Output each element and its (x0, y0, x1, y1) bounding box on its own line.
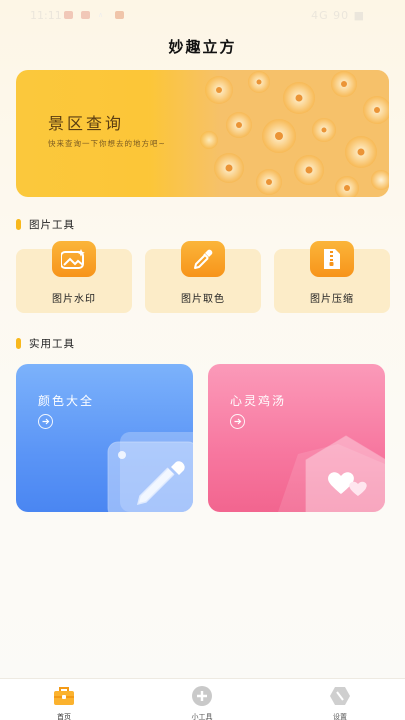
notification-icon: ∧ (98, 11, 104, 19)
arrow-right-icon (230, 414, 245, 429)
arrow-right-icon (38, 414, 53, 429)
tool-image-compress[interactable]: 图片压缩 (274, 241, 390, 313)
tab-settings[interactable]: 设置 (300, 683, 380, 720)
tool-image-color-picker[interactable]: 图片取色 (145, 241, 261, 313)
tab-home[interactable]: 首页 (24, 683, 104, 720)
eyedropper-icon (181, 241, 225, 277)
notification-icon (115, 11, 124, 19)
card-soul-soup[interactable]: 心灵鸡汤 (208, 364, 385, 512)
tool-label: 图片取色 (181, 294, 225, 305)
notification-icon (81, 11, 90, 19)
section-image-tools: 图片工具 (16, 217, 75, 232)
hearts-illustration (278, 435, 385, 512)
color-picker-illustration (107, 432, 193, 512)
tab-label: 设置 (333, 713, 347, 720)
card-title: 颜色大全 (38, 394, 95, 408)
section-marker (16, 219, 21, 230)
notification-icon (64, 11, 73, 19)
tab-label: 首页 (57, 713, 71, 720)
page-title: 妙趣立方 (168, 38, 237, 56)
bottom-tab-bar: 首页 小工具 设置 (0, 678, 405, 720)
tool-label: 图片压缩 (310, 294, 354, 305)
card-title: 心灵鸡汤 (230, 394, 287, 408)
section-title: 实用工具 (29, 338, 75, 350)
zip-compress-icon (310, 241, 354, 277)
image-watermark-icon (52, 241, 96, 277)
tab-tools[interactable]: 小工具 (162, 683, 242, 720)
plus-circle-icon (192, 686, 212, 706)
tool-image-watermark[interactable]: 图片水印 (16, 241, 132, 313)
settings-hexagon-icon (330, 687, 350, 705)
tab-label: 小工具 (191, 713, 213, 720)
card-color-collection[interactable]: 颜色大全 (16, 364, 193, 512)
status-time: 11:11 (30, 9, 62, 22)
scenic-search-banner[interactable]: 景区查询 快来查询一下你想去的地方吧~ (16, 70, 389, 197)
toolbox-icon (54, 687, 74, 705)
section-utility-tools: 实用工具 (16, 336, 75, 351)
status-bar: 11:11 ∧ 4G 90 ■ (0, 0, 405, 30)
banner-subtitle: 快来查询一下你想去的地方吧~ (48, 139, 166, 148)
tool-label: 图片水印 (52, 294, 96, 305)
section-marker (16, 338, 21, 349)
section-title: 图片工具 (29, 219, 75, 231)
banner-title: 景区查询 (48, 114, 125, 133)
notification-icons: ∧ (64, 11, 124, 19)
status-indicators: 4G 90 ■ (311, 9, 365, 22)
flowers-illustration (149, 70, 389, 197)
